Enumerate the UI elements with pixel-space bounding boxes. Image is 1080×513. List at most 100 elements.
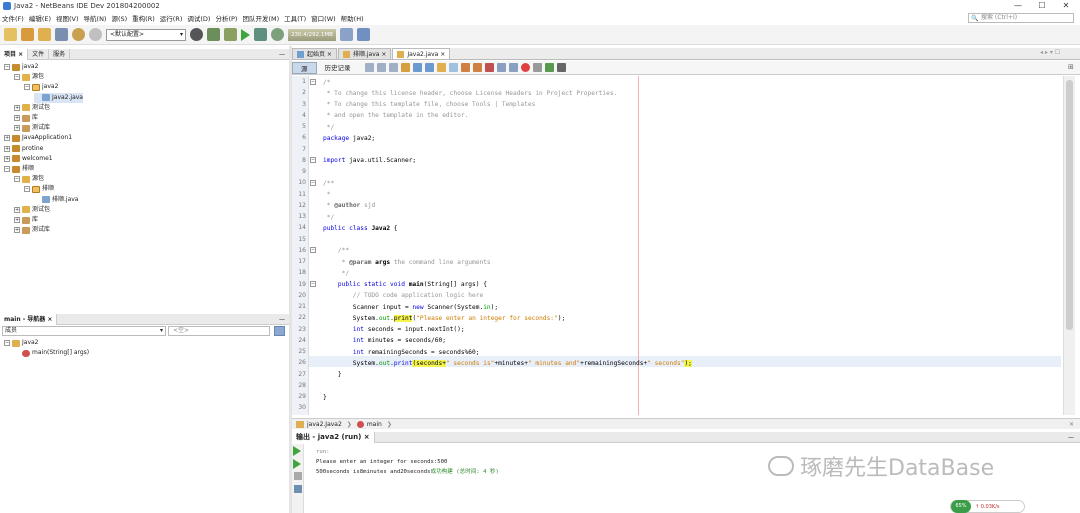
fold-icon[interactable]: − <box>310 247 316 254</box>
collapse-icon[interactable]: − <box>24 84 30 91</box>
code-line[interactable]: * To change this license header, choose … <box>323 88 618 99</box>
expand-icon[interactable]: + <box>14 125 20 132</box>
editor-tab[interactable]: 排顺.java × <box>337 48 392 59</box>
tree-item[interactable]: − java2 <box>24 82 58 92</box>
code-line[interactable]: */ <box>323 122 334 133</box>
find-icon[interactable] <box>400 63 410 72</box>
collapse-icon[interactable]: − <box>14 74 20 81</box>
debug-icon[interactable] <box>254 28 267 41</box>
close-icon[interactable]: ✕ <box>1069 421 1074 428</box>
fold-icon[interactable]: − <box>310 78 316 85</box>
editor-scrollbar[interactable] <box>1063 76 1075 415</box>
code-line[interactable]: Scanner input = new Scanner(System.in); <box>323 302 498 313</box>
expand-icon[interactable]: + <box>14 115 20 121</box>
code-line[interactable]: /** <box>323 245 349 256</box>
tab-services[interactable]: 服务 <box>49 48 71 60</box>
filter-options-icon[interactable] <box>274 326 285 336</box>
tree-item[interactable]: − java2 <box>4 62 38 72</box>
tree-item[interactable]: Java2.java <box>34 92 83 103</box>
gc-icon[interactable] <box>340 28 353 41</box>
tree-item[interactable]: + 库 <box>14 215 38 225</box>
menu-item[interactable]: 文件(F) <box>2 13 24 23</box>
collapse-icon[interactable]: − <box>4 340 10 346</box>
code-line[interactable]: System.out.print("Please enter an intege… <box>323 313 565 324</box>
collapse-icon[interactable]: − <box>4 64 10 70</box>
tree-item[interactable]: − 源包 <box>14 174 44 184</box>
expand-icon[interactable]: + <box>14 227 20 234</box>
menu-item[interactable]: 源(S) <box>111 13 127 23</box>
back-icon[interactable] <box>376 63 386 72</box>
expand-icon[interactable]: + <box>4 155 10 162</box>
tab-output[interactable]: 输出 - java2 (run) × <box>292 431 375 443</box>
tree-item[interactable]: − 源包 <box>14 72 44 82</box>
code-line[interactable]: public class Java2 { <box>323 223 398 234</box>
tab-history[interactable]: 历史记录 <box>317 62 359 74</box>
forward-icon[interactable] <box>388 63 398 72</box>
tree-item[interactable]: + protine <box>4 144 43 154</box>
tree-item[interactable]: − 排顺 <box>24 184 54 194</box>
breadcrumb-method[interactable]: main <box>367 421 382 428</box>
redo-icon[interactable] <box>89 28 102 41</box>
code-line[interactable]: } <box>323 369 342 380</box>
tree-item[interactable]: + JavaApplication1 <box>4 133 72 143</box>
tree-item[interactable]: + 测试库 <box>14 123 50 133</box>
menu-item[interactable]: 运行(R) <box>160 13 183 23</box>
scrollbar-thumb[interactable] <box>1066 80 1073 330</box>
split-editor-icon[interactable]: ⊞ <box>1068 63 1074 71</box>
menu-item[interactable]: 窗口(W) <box>311 13 336 23</box>
code-line[interactable]: System.out.print(seconds+" seconds is"+m… <box>323 358 692 369</box>
code-line[interactable]: * <box>323 189 331 200</box>
menu-item[interactable]: 导航(N) <box>84 13 107 23</box>
build-icon[interactable] <box>207 28 220 41</box>
search-input[interactable]: 🔍 搜索 (Ctrl+I) <box>968 13 1074 23</box>
tree-item[interactable]: + 库 <box>14 113 38 123</box>
code-line[interactable]: */ <box>323 212 334 223</box>
code-line[interactable]: * To change this template file, choose T… <box>323 99 536 110</box>
menu-item[interactable]: 重构(R) <box>132 13 155 23</box>
expand-icon[interactable]: + <box>14 206 20 213</box>
minimize-navigator-button[interactable]: — <box>279 316 285 323</box>
editor-tab[interactable]: Java2.java × <box>392 48 451 59</box>
tree-item[interactable]: − 排顺 <box>4 164 34 174</box>
run-icon[interactable] <box>241 28 250 41</box>
stop-macro-icon[interactable] <box>520 63 530 72</box>
start-macro-icon[interactable] <box>532 63 542 72</box>
code-line[interactable]: package java2; <box>323 133 375 144</box>
tab-source[interactable]: 源 <box>292 61 317 74</box>
minimize-panel-button[interactable]: — <box>279 51 285 58</box>
menu-item[interactable]: 调试(D) <box>187 13 210 23</box>
breadcrumb-class[interactable]: java2.Java2 <box>307 421 342 428</box>
snapshot-icon[interactable] <box>357 28 370 41</box>
uncomment-icon[interactable] <box>556 63 566 72</box>
rerun-icon[interactable] <box>293 446 301 456</box>
shift-right-icon[interactable] <box>508 63 518 72</box>
menu-item[interactable]: 帮助(H) <box>341 13 364 23</box>
tree-item[interactable]: + 测试库 <box>14 225 50 235</box>
new-file-icon[interactable] <box>4 28 17 41</box>
find-previous-icon[interactable] <box>412 63 422 72</box>
last-edit-icon[interactable] <box>364 63 374 72</box>
fold-icon[interactable]: − <box>310 157 316 164</box>
toggle-bookmark-icon[interactable] <box>484 63 494 72</box>
code-line[interactable]: * @author sjd <box>323 200 375 211</box>
navigator-item[interactable]: − Java2 <box>4 338 39 348</box>
tree-item[interactable]: + welcome1 <box>4 154 53 164</box>
expand-icon[interactable]: + <box>14 217 20 223</box>
tab-projects[interactable]: 项目 × <box>0 48 29 60</box>
toggle-highlight-icon[interactable] <box>436 63 446 72</box>
memory-indicator[interactable]: 230.4/292.1MB <box>288 28 336 41</box>
collapse-icon[interactable]: − <box>24 186 30 193</box>
collapse-icon[interactable]: − <box>4 166 10 172</box>
menu-item[interactable]: 编辑(E) <box>29 13 51 23</box>
configuration-select[interactable]: <默认配置> ▾ <box>106 28 186 41</box>
navigator-item[interactable]: main(String[] args) <box>14 348 89 358</box>
fold-icon[interactable]: − <box>310 179 316 186</box>
find-next-icon[interactable] <box>424 63 434 72</box>
maximize-button[interactable]: ☐ <box>1030 0 1054 12</box>
prev-bookmark-icon[interactable] <box>460 63 470 72</box>
shift-left-icon[interactable] <box>496 63 506 72</box>
rerun-with-params-icon[interactable] <box>293 459 301 469</box>
editor-tab[interactable]: 起始页 × <box>292 48 337 59</box>
menu-item[interactable]: 工具(T) <box>284 13 306 23</box>
tab-navigator[interactable]: main - 导航器 × <box>0 313 58 325</box>
